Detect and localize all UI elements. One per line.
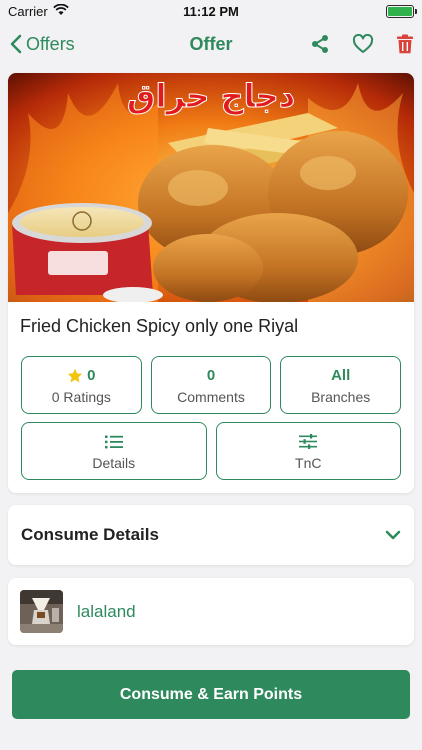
- nav-bar: Offers Offer: [0, 22, 422, 66]
- share-button[interactable]: [310, 34, 330, 54]
- star-icon: [67, 368, 83, 382]
- details-top: [104, 432, 123, 452]
- heart-icon: [352, 34, 374, 53]
- battery-level: [388, 6, 412, 16]
- offer-title: Fried Chicken Spicy only one Riyal: [20, 316, 299, 336]
- nav-actions: [310, 22, 414, 66]
- details-label: Details: [92, 454, 136, 471]
- back-button[interactable]: Offers: [0, 34, 75, 55]
- details-button[interactable]: Details: [21, 422, 207, 480]
- delete-button[interactable]: [396, 34, 414, 54]
- ratings-top: 0: [67, 366, 96, 386]
- tnc-top: [299, 432, 318, 452]
- wifi-icon: [52, 3, 69, 19]
- actions-row: Details TnC: [8, 414, 414, 480]
- offer-image: دجاج حراق: [8, 73, 414, 302]
- sliders-icon: [299, 434, 318, 449]
- favorite-button[interactable]: [352, 34, 374, 54]
- status-bar: Carrier 11:12 PM: [0, 0, 422, 22]
- offer-image-text: دجاج حراق: [127, 77, 295, 115]
- chevron-left-icon: [10, 34, 22, 54]
- consume-details-title: Consume Details: [21, 525, 159, 544]
- merchant-name: lalaland: [77, 601, 136, 621]
- carrier-label: Carrier: [8, 3, 48, 19]
- branches-label: Branches: [311, 388, 371, 405]
- comments-button[interactable]: 0 Comments: [150, 356, 272, 414]
- comments-value: 0: [206, 367, 216, 384]
- comments-top: 0: [207, 366, 215, 386]
- list-icon: [104, 435, 123, 448]
- consume-details-toggle[interactable]: Consume Details: [8, 505, 414, 565]
- tnc-button[interactable]: TnC: [215, 422, 401, 480]
- back-label: Offers: [26, 33, 75, 54]
- merchant-avatar: [20, 590, 63, 633]
- trash-icon: [397, 34, 413, 54]
- ratings-value: 0: [87, 367, 96, 384]
- battery-icon: [386, 4, 417, 18]
- branches-value: All: [331, 367, 351, 384]
- share-icon: [312, 35, 328, 53]
- chevron-down-icon: [385, 530, 401, 540]
- consume-earn-button[interactable]: Consume & Earn Points: [12, 670, 410, 719]
- branches-button[interactable]: All Branches: [280, 356, 402, 414]
- branches-top: All: [331, 366, 350, 386]
- merchant-card[interactable]: lalaland: [8, 578, 414, 645]
- status-left: Carrier: [8, 3, 69, 19]
- offer-card: دجاج حراق Fried Chicken Spicy only one R…: [8, 73, 414, 493]
- ratings-button[interactable]: 0 0 Ratings: [21, 356, 142, 414]
- tnc-label: TnC: [295, 454, 322, 471]
- stats-row: 0 0 Ratings 0 Comments All Branches: [8, 346, 414, 414]
- ratings-label: 0 Ratings: [51, 388, 111, 405]
- comments-label: Comments: [177, 388, 245, 405]
